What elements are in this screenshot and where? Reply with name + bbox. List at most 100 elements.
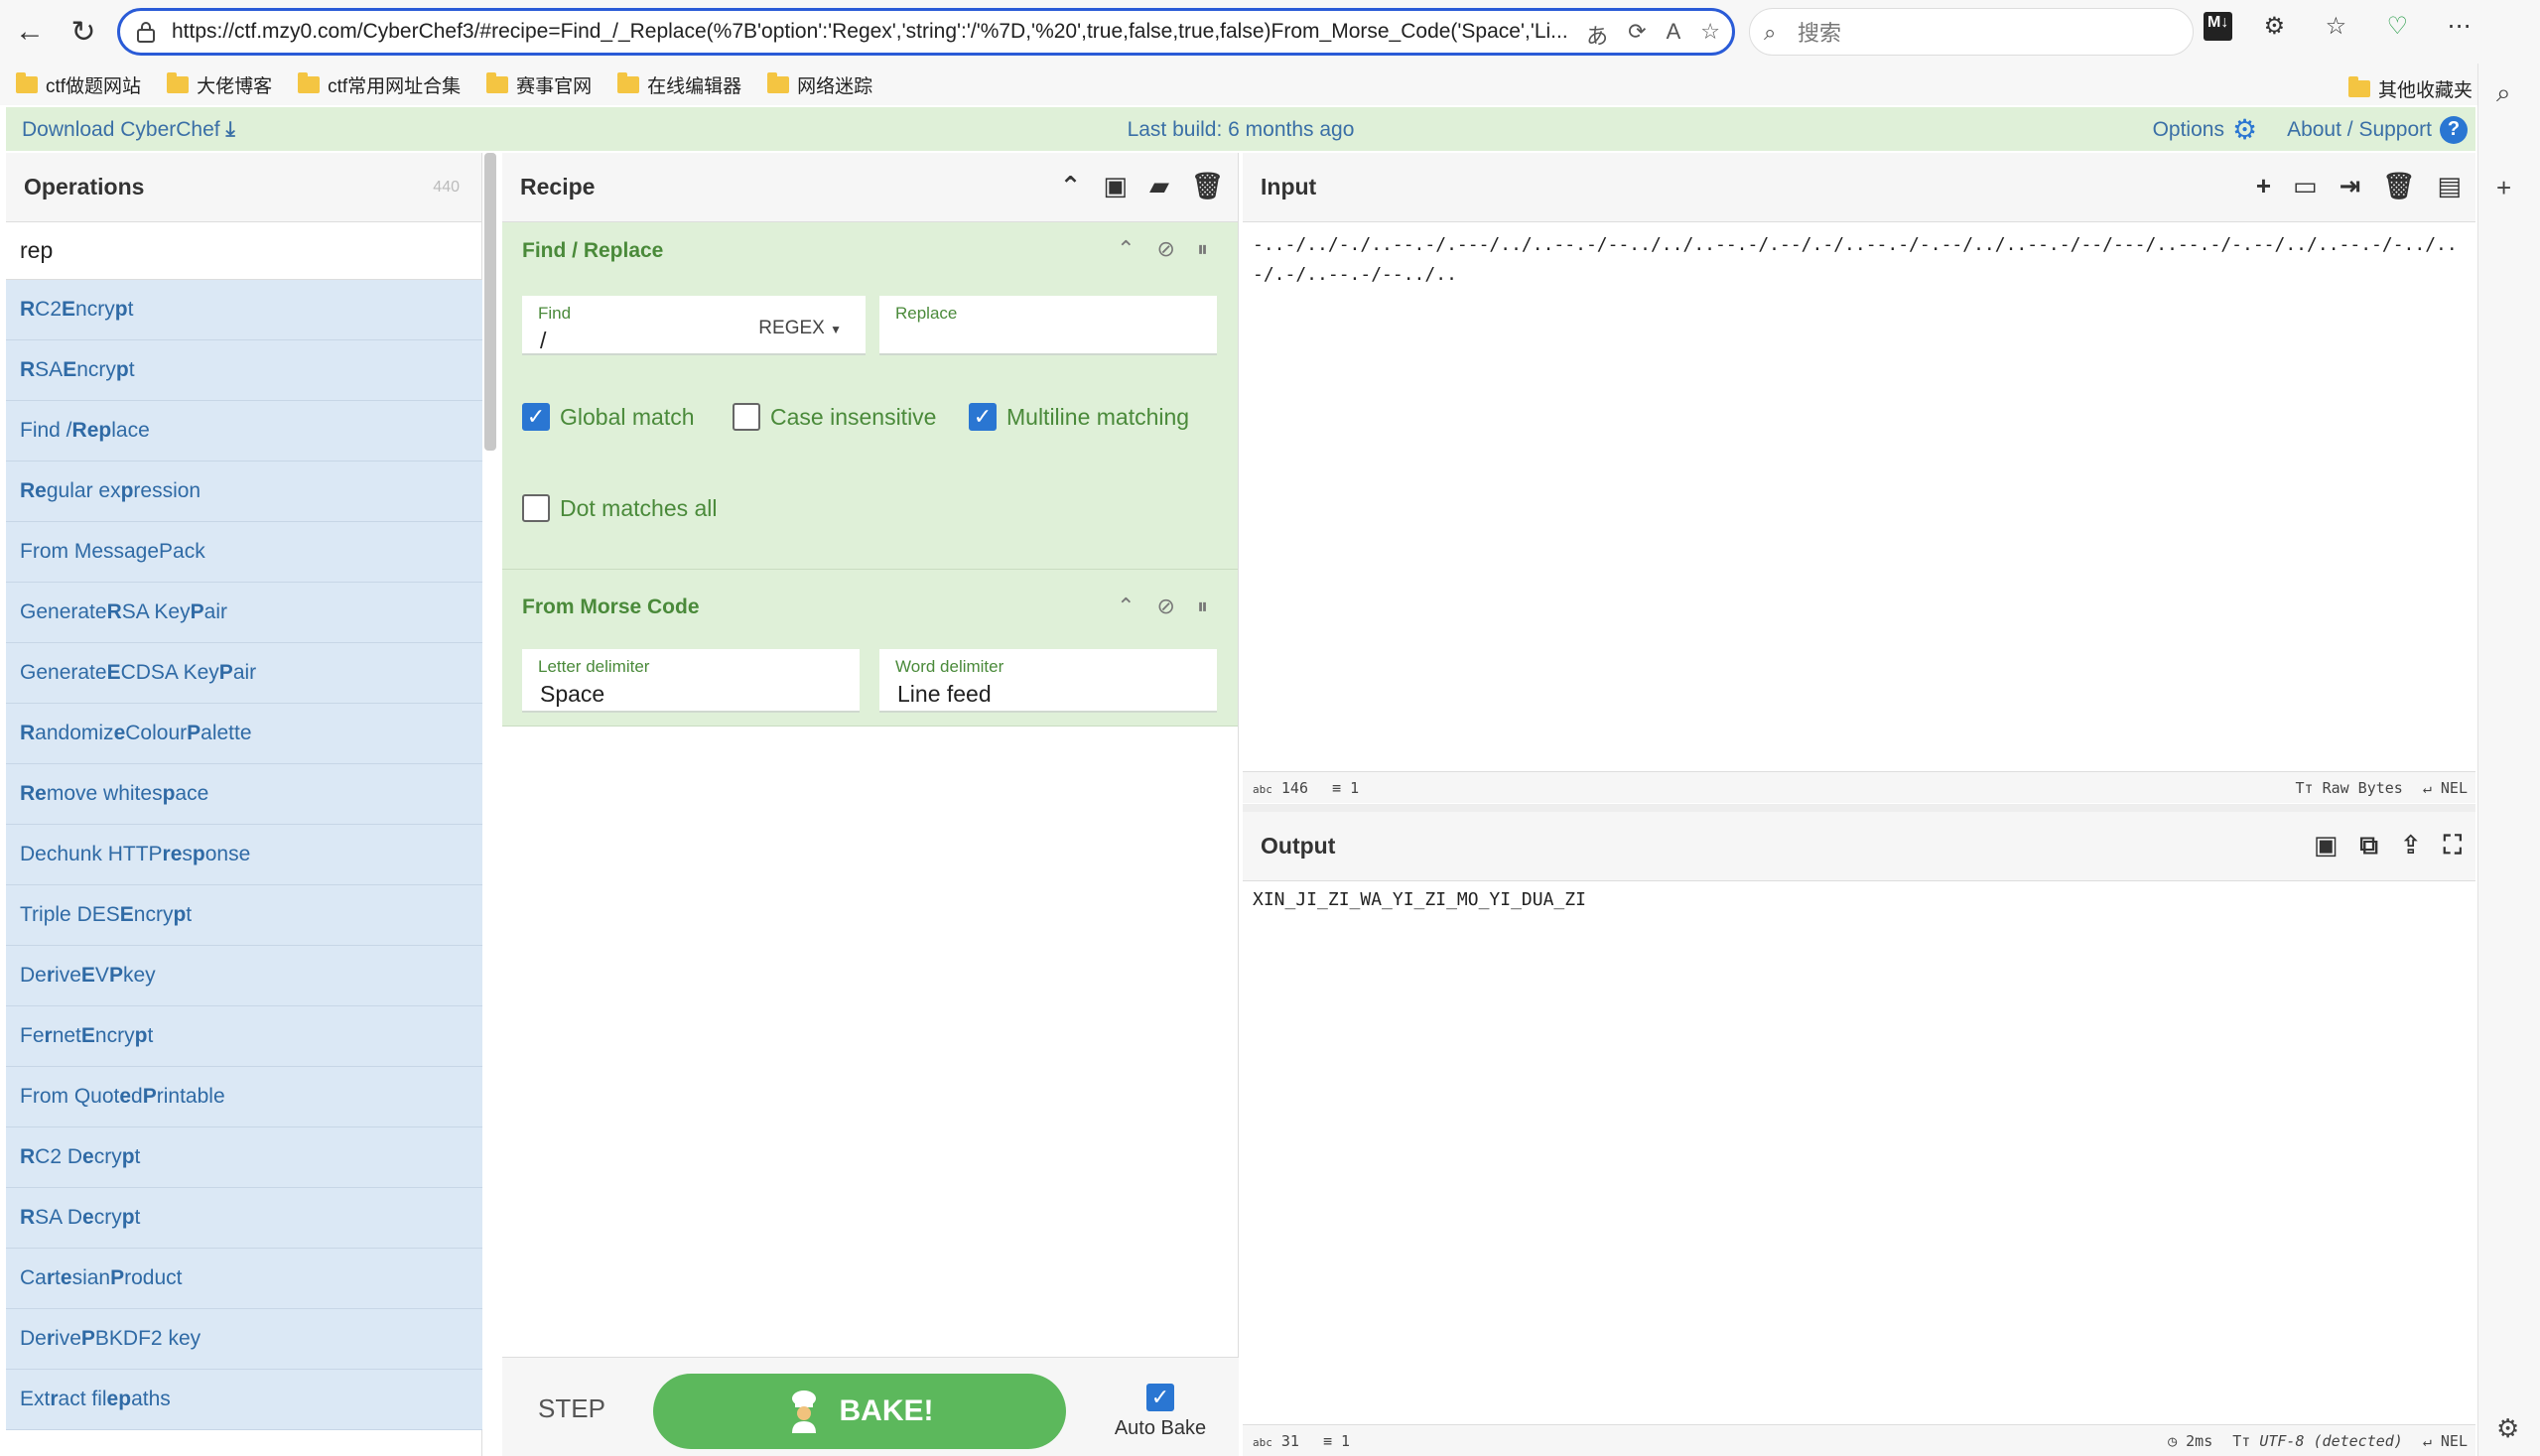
search-icon: ⌕ [1764, 20, 1777, 45]
open-file-icon[interactable]: ⇥ [2339, 171, 2361, 201]
operation-list-item[interactable]: De r ive P BKDF2 key [6, 1309, 482, 1370]
add-icon[interactable]: + [2496, 173, 2511, 203]
save-icon[interactable]: ▣ [2314, 830, 2339, 861]
folder-open-icon[interactable]: ▰ [1149, 171, 1169, 201]
favorite-star-icon[interactable]: ☆ [1700, 19, 1720, 51]
favorites-icon[interactable]: ☆ [2316, 12, 2355, 41]
operation-list-item[interactable]: Generate E CDSA Key Pair [6, 643, 482, 704]
find-mode-dropdown[interactable]: REGEX ▼ [758, 318, 842, 339]
read-aloud-icon[interactable]: A [1667, 19, 1681, 51]
operation-list-item[interactable]: Find / Rep lace [6, 401, 482, 462]
chevron-up-icon[interactable]: ⌃ [1117, 594, 1135, 619]
add-tab-icon[interactable]: + [2256, 171, 2271, 201]
options-link[interactable]: Options [2153, 118, 2224, 142]
operation-label-part: V [94, 964, 109, 987]
translate-icon[interactable]: あ [1586, 19, 1608, 51]
operation-label-part: E [80, 964, 95, 987]
operation-label-part: P [108, 964, 123, 987]
eol-selector[interactable]: ↵ NEL [2423, 1432, 2468, 1450]
return-icon: ↵ [2422, 1431, 2432, 1450]
bookmark-folder[interactable]: 在线编辑器 [617, 71, 741, 98]
operation-list-item[interactable]: Dechunk HTTP re s p onse [6, 825, 482, 885]
operation-label-part: r [46, 1327, 56, 1350]
pane-resize-handle[interactable] [1243, 804, 2475, 812]
operation-list-item[interactable]: From MessageP ack [6, 522, 482, 583]
markdown-icon[interactable]: M↓ [2204, 12, 2233, 41]
operation-label-part: cry [93, 1206, 122, 1229]
operation-label-part: p [114, 298, 128, 321]
operation-list-item[interactable]: R C2 De cry p t [6, 1127, 482, 1188]
operation-list-item[interactable]: Ext r act fil e p aths [6, 1370, 482, 1430]
word-delimiter-field[interactable]: Word delimiter Line feed [879, 649, 1217, 713]
back-icon[interactable]: ← [2, 4, 58, 60]
find-field[interactable]: Find / REGEX ▼ [522, 296, 866, 355]
bookmark-folder[interactable]: 赛事官网 [486, 71, 592, 98]
save-icon[interactable]: ▣ [1103, 171, 1128, 201]
input-textarea[interactable]: -..-/../-./..--.-/.---/../..--.-/--../..… [1253, 230, 2464, 290]
operations-scrollbar[interactable] [484, 153, 496, 451]
output-text[interactable]: XIN_JI_ZI_WA_YI_ZI_MO_YI_DUA_ZI [1253, 885, 2464, 915]
operation-list-item[interactable]: R SA Encry p t [6, 340, 482, 401]
dot-all-checkbox[interactable]: Dot matches all [522, 494, 718, 522]
operations-search-input[interactable]: rep [6, 222, 481, 280]
maximize-icon[interactable]: ⛶ [2444, 830, 2462, 861]
operation-list-item[interactable]: R C2 Encry p t [6, 280, 482, 340]
multiline-checkbox[interactable]: ✓ Multiline matching [969, 403, 1189, 431]
search-icon[interactable]: ⌕ [2496, 77, 2511, 109]
bake-button[interactable]: BAKE! [653, 1374, 1066, 1449]
caret-down-icon: ▼ [830, 323, 842, 336]
operation-list-item[interactable]: Generate R SA Key Pair [6, 583, 482, 643]
global-match-checkbox[interactable]: ✓ Global match [522, 403, 695, 431]
disable-icon[interactable]: ⊘ [1157, 594, 1175, 619]
address-bar[interactable]: https://ctf.mzy0.com/CyberChef3/#recipe=… [117, 8, 1735, 56]
operation-list-item[interactable]: Re gular ex p ression [6, 462, 482, 522]
layout-icon[interactable]: ▤ [2437, 171, 2462, 201]
refresh-icon[interactable]: ↻ [56, 4, 111, 60]
bookmark-folder[interactable]: 网络迷踪 [767, 71, 872, 98]
trash-icon[interactable]: 🗑 [2382, 171, 2415, 201]
browser-search-input[interactable]: ⌕ 搜索 [1749, 8, 2194, 56]
trash-icon[interactable]: 🗑 [1191, 171, 1224, 201]
auto-bake-checkbox[interactable]: ✓ Auto Bake [1106, 1384, 1215, 1440]
browser-sidebar: ⌕ + ⚙ [2477, 64, 2540, 1456]
operation-list-item[interactable]: Ca r t e sian Product [6, 1249, 482, 1309]
chevron-up-icon[interactable]: ⌃ [1117, 236, 1135, 262]
copy-icon[interactable]: ⧉ [2359, 830, 2378, 861]
disable-icon[interactable]: ⊘ [1157, 236, 1175, 262]
settings-gear-icon[interactable]: ⚙ [2496, 1413, 2519, 1444]
pause-icon[interactable]: ⏸ [1197, 236, 1208, 262]
other-bookmarks[interactable]: 其他收藏夹 [2347, 75, 2473, 102]
help-icon[interactable]: ? [2440, 115, 2468, 144]
operation-label-part: p [120, 479, 134, 502]
open-folder-icon[interactable]: ▭ [2293, 171, 2318, 201]
more-menu-icon[interactable]: ⋯ [2439, 12, 2478, 41]
case-insensitive-checkbox[interactable]: Case insensitive [733, 403, 936, 431]
step-button[interactable]: STEP [538, 1393, 605, 1424]
about-link[interactable]: About / Support [2287, 118, 2432, 142]
gear-icon[interactable]: ⚙ [2232, 113, 2257, 146]
pause-icon[interactable]: ⏸ [1197, 594, 1208, 619]
operation-list-item[interactable]: Re move whites p ace [6, 764, 482, 825]
operation-list-item[interactable]: R SA De cry p t [6, 1188, 482, 1249]
browser-essentials-icon[interactable]: ♡ [2377, 12, 2417, 41]
replace-input-icon[interactable]: ⇪ [2400, 830, 2422, 861]
chevron-up-icon[interactable]: ⌃ [1060, 171, 1082, 201]
operation-label-part: ncry [76, 358, 116, 381]
replace-field[interactable]: Replace [879, 296, 1217, 355]
operation-list-item[interactable]: Fe r net Encry p t [6, 1006, 482, 1067]
bookmark-folder[interactable]: ctf做题网站 [16, 71, 141, 98]
operation-list-item[interactable]: De r ive EVP key [6, 946, 482, 1006]
extensions-icon[interactable]: ⚙ [2254, 12, 2294, 41]
operation-list-item[interactable]: Randomiz e Colour Palette [6, 704, 482, 764]
operation-label-part: e [113, 722, 126, 744]
operation-list-item[interactable]: From Quot e d Printable [6, 1067, 482, 1127]
format-selector[interactable]: Tт Raw Bytes [2295, 779, 2402, 797]
bookmark-folder[interactable]: 大佬博客 [167, 71, 272, 98]
letter-delimiter-field[interactable]: Letter delimiter Space [522, 649, 860, 713]
refresh-page-icon[interactable]: ⟳ [1628, 19, 1646, 51]
bookmark-folder[interactable]: ctf常用网址合集 [298, 71, 461, 98]
operation-label-part: E [119, 903, 134, 926]
operation-list-item[interactable]: Triple DES Encry p t [6, 885, 482, 946]
eol-selector[interactable]: ↵ NEL [2423, 779, 2468, 797]
encoding-selector[interactable]: Tт UTF-8 (detected) [2232, 1432, 2403, 1450]
